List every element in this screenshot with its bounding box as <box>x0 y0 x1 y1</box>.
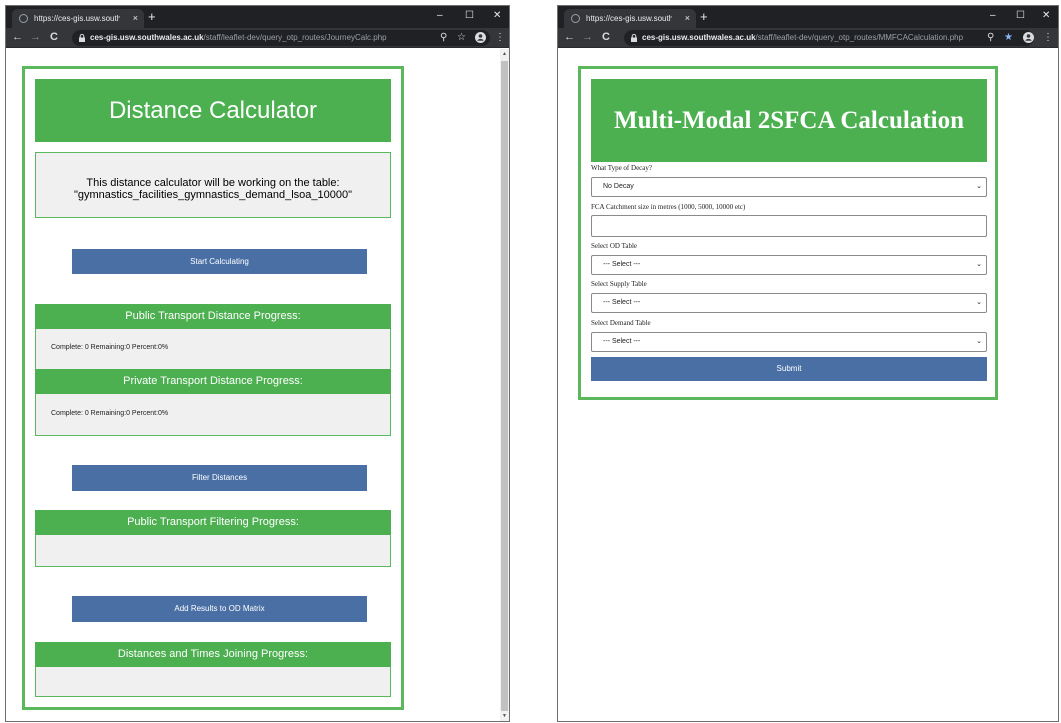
filter-distances-button[interactable]: Filter Distances <box>72 465 367 491</box>
maximize-icon[interactable]: ☐ <box>465 8 474 24</box>
od-table-label: Select OD Table <box>591 242 638 250</box>
page-viewport: Distance Calculator This distance calcul… <box>6 49 509 721</box>
avatar-icon <box>475 32 486 43</box>
page-title: Distance Calculator <box>35 79 391 142</box>
catchment-size-label: FCA Catchment size in metres (1000, 5000… <box>591 203 746 211</box>
decay-type-label: What Type of Decay? <box>591 164 652 172</box>
pt-filtering-progress-status <box>35 535 391 567</box>
back-icon[interactable]: ← <box>12 30 23 45</box>
private-distance-progress-status: Complete: 0 Remaining:0 Percent:0% <box>35 394 391 436</box>
table-info-panel: This distance calculator will be working… <box>35 152 391 218</box>
title-bar: https://ces-gis.usw.southwales.ac × + – … <box>558 6 1058 28</box>
info-text: This distance calculator will be working… <box>86 177 340 189</box>
scrollbar-thumb[interactable] <box>501 61 508 711</box>
profile-icon[interactable] <box>1023 30 1034 48</box>
submit-button[interactable]: Submit <box>591 357 987 381</box>
od-table-value: --- Select --- <box>603 261 641 268</box>
globe-icon <box>571 14 580 23</box>
page-title: Multi-Modal 2SFCA Calculation <box>591 79 987 162</box>
url-path: /staff/leaflet-dev/query_otp_routes/MMFC… <box>755 33 964 42</box>
forward-icon[interactable]: → <box>30 30 41 45</box>
browser-window-journey-calc: https://ces-gis.usw.southwales × + – ☐ ✕… <box>5 5 510 722</box>
od-table-select[interactable]: --- Select --- ⌄ <box>591 255 987 275</box>
table-name: "gymnastics_facilities_gymnastics_demand… <box>73 189 353 201</box>
supply-table-select[interactable]: --- Select --- ⌄ <box>591 293 987 313</box>
browser-tab[interactable]: https://ces-gis.usw.southwales × <box>12 9 144 28</box>
close-window-icon[interactable]: ✕ <box>493 8 501 24</box>
joining-progress-status <box>35 667 391 697</box>
tab-close-icon[interactable]: × <box>133 9 138 28</box>
minimize-icon[interactable]: – <box>437 8 443 24</box>
zoom-icon[interactable]: ⚲ <box>440 30 447 45</box>
vertical-scrollbar[interactable]: ▲ ▼ <box>500 49 509 721</box>
title-bar: https://ces-gis.usw.southwales × + – ☐ ✕ <box>6 6 509 28</box>
start-calculating-button[interactable]: Start Calculating <box>72 249 367 274</box>
pt-distance-progress-heading: Public Transport Distance Progress: <box>35 304 391 329</box>
close-window-icon[interactable]: ✕ <box>1042 8 1050 24</box>
tab-title: https://ces-gis.usw.southwales.ac <box>586 14 672 23</box>
demand-table-label: Select Demand Table <box>591 319 651 327</box>
scroll-up-arrow-icon[interactable]: ▲ <box>500 51 509 57</box>
url-host: ces-gis.usw.southwales.ac.uk <box>642 33 756 42</box>
scroll-down-arrow-icon[interactable]: ▼ <box>500 713 509 719</box>
forward-icon[interactable]: → <box>582 30 593 45</box>
menu-icon[interactable]: ⋮ <box>495 30 505 45</box>
address-bar[interactable]: ces-gis.usw.southwales.ac.uk/staff/leafl… <box>72 30 490 46</box>
profile-icon[interactable] <box>475 30 486 48</box>
reload-icon[interactable]: C <box>602 30 610 45</box>
joining-progress-heading: Distances and Times Joining Progress: <box>35 642 391 667</box>
browser-tab[interactable]: https://ces-gis.usw.southwales.ac × <box>564 9 696 28</box>
chevron-down-icon: ⌄ <box>976 183 982 190</box>
tab-close-icon[interactable]: × <box>685 9 690 28</box>
pt-filtering-progress-heading: Public Transport Filtering Progress: <box>35 510 391 535</box>
avatar-icon <box>1023 32 1034 43</box>
browser-toolbar: ← → C ces-gis.usw.southwales.ac.uk/staff… <box>6 28 509 48</box>
decay-type-select[interactable]: No Decay ⌄ <box>591 177 987 197</box>
page-viewport: Multi-Modal 2SFCA Calculation What Type … <box>558 49 1058 721</box>
globe-icon <box>19 14 28 23</box>
chevron-down-icon: ⌄ <box>976 338 982 345</box>
decay-type-value: No Decay <box>603 183 634 190</box>
supply-table-value: --- Select --- <box>603 299 641 306</box>
supply-table-label: Select Supply Table <box>591 280 647 288</box>
catchment-size-input[interactable] <box>591 215 987 237</box>
calculator-container: Distance Calculator This distance calcul… <box>22 66 404 710</box>
address-bar[interactable]: ces-gis.usw.southwales.ac.uk/staff/leafl… <box>624 30 1034 46</box>
pt-distance-progress-status: Complete: 0 Remaining:0 Percent:0% <box>35 329 391 369</box>
mmfca-form-container: Multi-Modal 2SFCA Calculation What Type … <box>578 66 998 400</box>
reload-icon[interactable]: C <box>50 30 58 45</box>
private-distance-progress-heading: Private Transport Distance Progress: <box>35 369 391 394</box>
chevron-down-icon: ⌄ <box>976 299 982 306</box>
url-host: ces-gis.usw.southwales.ac.uk <box>90 33 204 42</box>
browser-window-mmfca: https://ces-gis.usw.southwales.ac × + – … <box>557 5 1059 722</box>
menu-icon[interactable]: ⋮ <box>1043 30 1053 45</box>
url-path: /staff/leaflet-dev/query_otp_routes/Jour… <box>203 33 387 42</box>
back-icon[interactable]: ← <box>564 30 575 45</box>
new-tab-icon[interactable]: + <box>148 8 156 26</box>
minimize-icon[interactable]: – <box>990 8 996 24</box>
chevron-down-icon: ⌄ <box>976 261 982 268</box>
maximize-icon[interactable]: ☐ <box>1016 8 1025 24</box>
bookmark-star-filled-icon[interactable]: ★ <box>1004 30 1013 45</box>
bookmark-star-icon[interactable]: ☆ <box>457 30 466 45</box>
demand-table-value: --- Select --- <box>603 338 641 345</box>
demand-table-select[interactable]: --- Select --- ⌄ <box>591 332 987 352</box>
browser-toolbar: ← → C ces-gis.usw.southwales.ac.uk/staff… <box>558 28 1058 48</box>
lock-icon <box>79 34 85 42</box>
lock-icon <box>631 34 637 42</box>
tab-title: https://ces-gis.usw.southwales <box>34 14 120 23</box>
zoom-icon[interactable]: ⚲ <box>987 30 994 45</box>
add-results-to-od-matrix-button[interactable]: Add Results to OD Matrix <box>72 596 367 622</box>
new-tab-icon[interactable]: + <box>700 8 708 26</box>
